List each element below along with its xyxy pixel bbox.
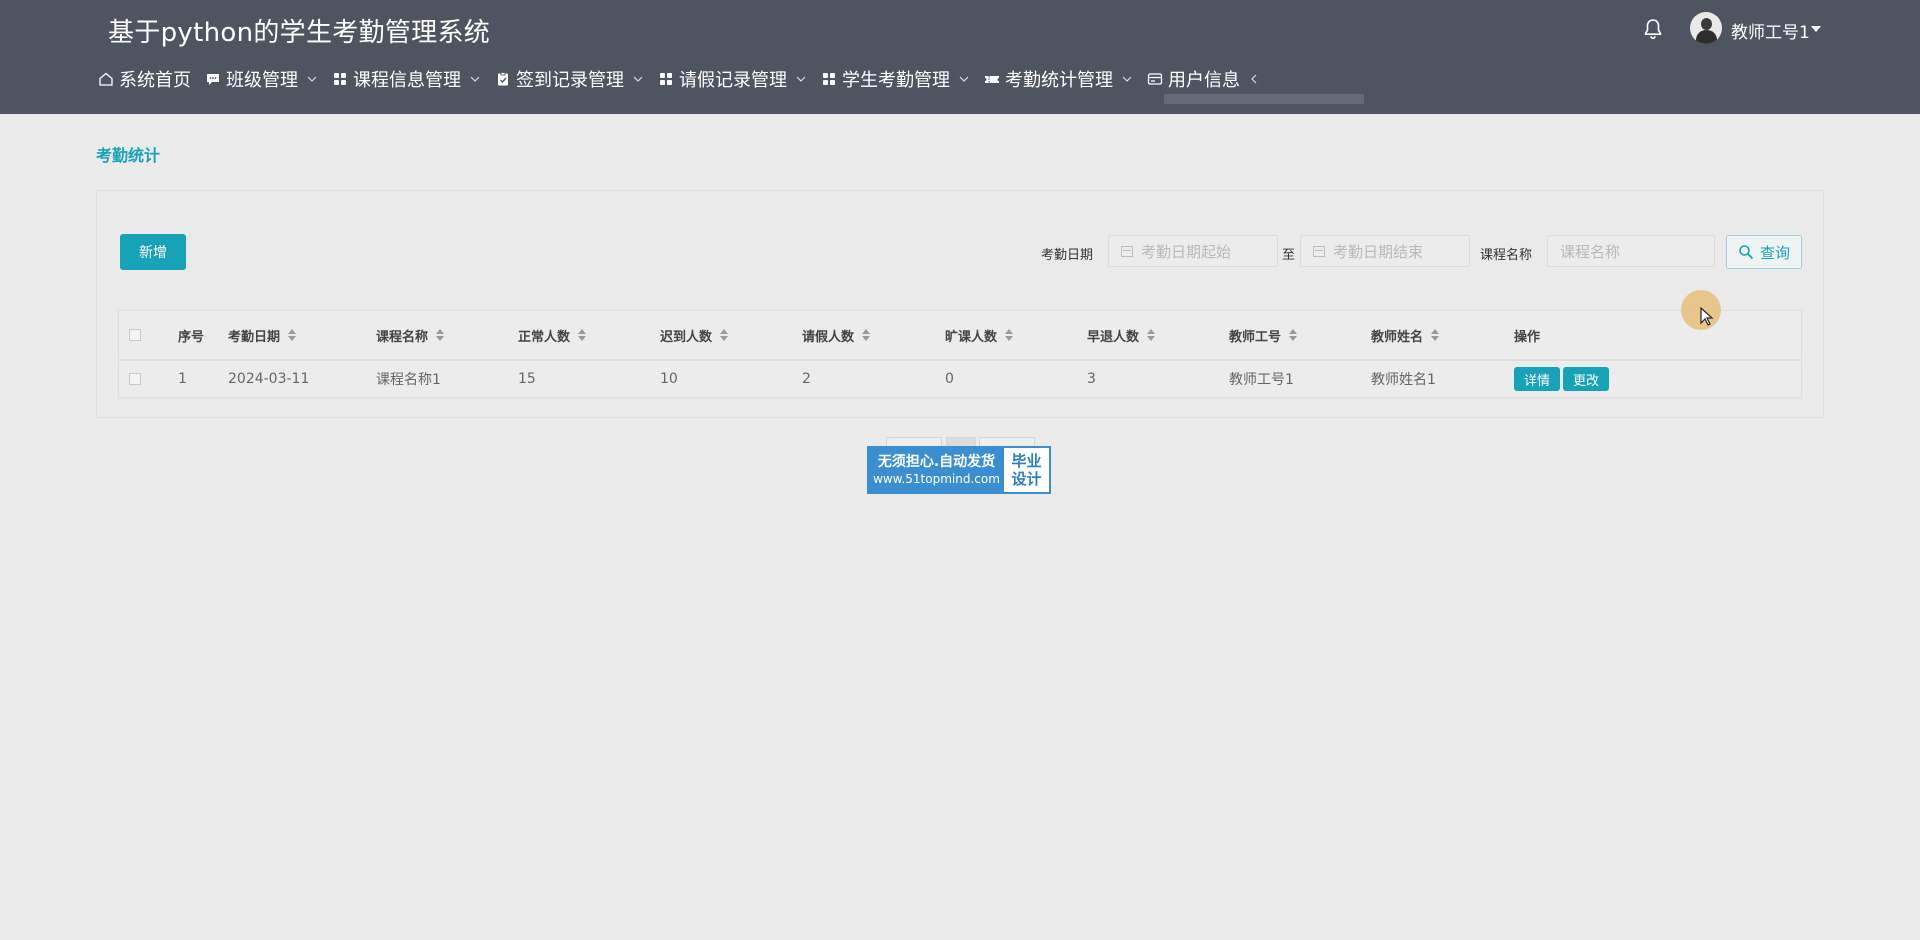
- grid-icon: [823, 73, 835, 85]
- date-start-placeholder: 考勤日期起始: [1141, 242, 1232, 261]
- cell-date: 2024-03-11: [228, 371, 310, 387]
- column-header[interactable]: 早退人数: [1087, 311, 1156, 359]
- nav-item-stats[interactable]: 考勤统计管理: [984, 66, 1133, 92]
- main-nav: 系统首页 班级管理 课程信息管理 签到记录管理 请假记录管理 学生考勤管理 考勤…: [98, 66, 1274, 92]
- watermark-right-top: 毕业: [1011, 452, 1042, 470]
- nav-label: 签到记录管理: [516, 70, 624, 91]
- sort-icon[interactable]: [1289, 329, 1298, 341]
- course-label: 课程名称: [1480, 248, 1533, 263]
- sort-icon[interactable]: [436, 329, 445, 341]
- cell-leave: 2: [802, 371, 811, 387]
- calendar-icon: [1313, 245, 1325, 257]
- watermark-line1: 无须担心.自动发货: [877, 453, 996, 470]
- row-checkbox[interactable]: [129, 373, 141, 385]
- cell-actions: 详情 更改: [1514, 361, 1612, 397]
- column-header[interactable]: 旷课人数: [945, 311, 1014, 359]
- chevron-down-icon: [470, 76, 480, 82]
- chevron-down-icon: [959, 76, 969, 82]
- user-name[interactable]: 教师工号1: [1731, 18, 1810, 43]
- cell-teacher-id: 教师工号1: [1229, 372, 1294, 388]
- column-header[interactable]: 教师姓名: [1371, 311, 1440, 359]
- table-row[interactable]: 1 2024-03-11 课程名称1 15 10 2 0 3 教师工号1 教师姓…: [119, 361, 1801, 397]
- column-header[interactable]: 请假人数: [802, 311, 871, 359]
- course-placeholder: 课程名称: [1560, 242, 1621, 261]
- search-icon: [1739, 245, 1754, 260]
- column-header[interactable]: 迟到人数: [660, 311, 729, 359]
- nav-label: 课程信息管理: [353, 70, 461, 91]
- nav-item-course[interactable]: 课程信息管理: [332, 66, 481, 92]
- cell-course: 课程名称1: [376, 372, 441, 388]
- chevron-down-icon: [633, 76, 643, 82]
- nav-label: 班级管理: [226, 70, 298, 91]
- bell-icon[interactable]: [1641, 17, 1665, 41]
- query-label: 查询: [1759, 243, 1790, 262]
- watermark-line2: www.51topmind.com: [873, 471, 1000, 486]
- chevron-down-icon: [1122, 76, 1132, 82]
- cell-late: 10: [660, 371, 678, 387]
- date-start-input[interactable]: 考勤日期起始: [1108, 235, 1278, 267]
- sort-icon[interactable]: [862, 329, 871, 341]
- cell-teacher-name: 教师姓名1: [1371, 372, 1436, 388]
- cell-index: 1: [178, 371, 187, 387]
- nav-item-leave[interactable]: 请假记录管理: [658, 66, 807, 92]
- select-all-checkbox[interactable]: [129, 329, 141, 341]
- sort-icon[interactable]: [720, 329, 729, 341]
- nav-item-user[interactable]: 用户信息: [1147, 66, 1260, 92]
- chevron-down-icon: [307, 76, 317, 82]
- nav-label: 用户信息: [1168, 70, 1240, 91]
- sort-icon[interactable]: [1147, 329, 1156, 341]
- date-label: 考勤日期: [1041, 248, 1094, 263]
- sort-icon[interactable]: [288, 329, 297, 341]
- grid-icon: [660, 73, 672, 85]
- calendar-icon: [1121, 245, 1133, 257]
- nav-item-attendance[interactable]: 学生考勤管理: [821, 66, 970, 92]
- date-end-input[interactable]: 考勤日期结束: [1300, 235, 1470, 267]
- watermark-right-bottom: 设计: [1011, 470, 1042, 488]
- clipboard-check-icon: [498, 72, 508, 86]
- cell-early: 3: [1087, 371, 1096, 387]
- add-button[interactable]: 新增: [120, 234, 186, 270]
- nav-label: 考勤统计管理: [1005, 70, 1113, 91]
- nav-item-home[interactable]: 系统首页: [98, 66, 191, 92]
- cell-normal: 15: [518, 371, 536, 387]
- chat-icon: [207, 74, 219, 85]
- sort-icon[interactable]: [1431, 329, 1440, 341]
- ticket-icon: [985, 76, 999, 83]
- stats-table: 序号 考勤日期 课程名称 正常人数 迟到人数 请假人数 旷课人数 早退人数 教师…: [118, 310, 1802, 398]
- date-range-separator: 至: [1282, 248, 1296, 263]
- system-title: 基于python的学生考勤管理系统: [108, 18, 491, 48]
- home-icon: [99, 72, 113, 86]
- watermark-badge: 无须担心.自动发货 www.51topmind.com 毕业 设计: [867, 446, 1051, 494]
- nav-label: 请假记录管理: [679, 70, 787, 91]
- column-header[interactable]: 课程名称: [376, 311, 445, 359]
- chevron-down-icon: [796, 76, 806, 82]
- column-header[interactable]: 正常人数: [518, 311, 587, 359]
- edit-button[interactable]: 更改: [1563, 367, 1610, 391]
- cursor-icon: [1700, 307, 1714, 326]
- avatar[interactable]: [1690, 12, 1722, 44]
- page-title: 考勤统计: [96, 146, 161, 165]
- table-header: 序号 考勤日期 课程名称 正常人数 迟到人数 请假人数 旷课人数 早退人数 教师…: [119, 311, 1801, 361]
- sort-icon[interactable]: [1005, 329, 1014, 341]
- nav-label: 学生考勤管理: [842, 70, 950, 91]
- nav-label: 系统首页: [119, 70, 191, 91]
- column-header[interactable]: 教师工号: [1229, 311, 1298, 359]
- caret-down-icon[interactable]: [1811, 26, 1821, 32]
- query-button[interactable]: 查询: [1726, 235, 1802, 269]
- cell-absent: 0: [945, 371, 954, 387]
- detail-button[interactable]: 详情: [1514, 367, 1561, 391]
- sort-icon[interactable]: [578, 329, 587, 341]
- card-icon: [1147, 73, 1163, 85]
- column-header[interactable]: 考勤日期: [228, 311, 297, 359]
- grid-icon: [334, 73, 346, 85]
- date-end-placeholder: 考勤日期结束: [1333, 242, 1424, 261]
- nav-item-signin[interactable]: 签到记录管理: [495, 66, 644, 92]
- column-header: 序号: [178, 329, 205, 345]
- course-input[interactable]: 课程名称: [1547, 235, 1715, 267]
- chevron-left-icon: [1251, 74, 1257, 84]
- nav-item-class[interactable]: 班级管理: [205, 66, 318, 92]
- top-header: 基于python的学生考勤管理系统 教师工号1 系统首页 班级管理 课程信息管理…: [0, 0, 1920, 114]
- nav-scrollbar[interactable]: [1164, 94, 1364, 104]
- column-header: 操作: [1514, 329, 1541, 345]
